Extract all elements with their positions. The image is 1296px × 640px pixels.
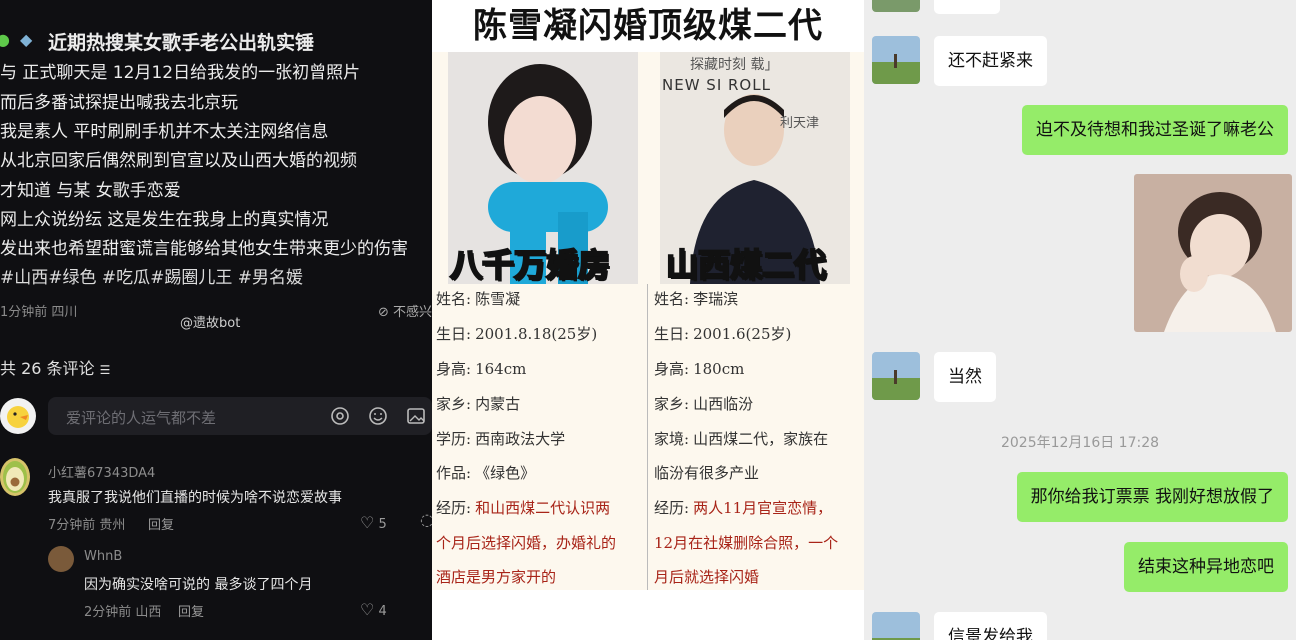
contact-avatar[interactable] [872, 352, 920, 400]
commenter-avatar[interactable] [0, 458, 30, 496]
comment-meta: 7分钟前 贵州 [48, 518, 126, 533]
sort-icon: ☰ [99, 363, 111, 377]
info-poster: 陈雪凝闪婚顶级煤二代 八千万婚房 探藏时刻 载」 NEW SI ROLL 利天津… [432, 0, 864, 640]
poster-title: 陈雪凝闪婚顶级煤二代 [432, 0, 864, 52]
message-bubble-in[interactable]: 当然 [934, 352, 996, 402]
male-birthday-row: 生日: 2001.6(25岁) [654, 325, 792, 343]
reply-button[interactable]: 回复 [178, 601, 204, 620]
female-caption: 八千万婚房 [449, 245, 611, 285]
contact-avatar[interactable] [872, 0, 920, 12]
replier-avatar[interactable] [48, 546, 74, 572]
male-name-row: 姓名: 李瑞滨 [654, 290, 739, 308]
post-tags[interactable]: #山西#绿色 #吃瓜#踢圈儿王 #男名媛 [0, 263, 303, 288]
reply-button[interactable]: 回复 [148, 514, 174, 533]
message-bubble-out[interactable]: 结束这种异地恋吧 [1124, 542, 1288, 592]
social-post-panel: ● ◆ 近期热搜某女歌手老公出轨实锤 与 正式聊天是 12月12日给我发的一张初… [0, 0, 432, 640]
at-icon[interactable] [330, 406, 350, 426]
not-interested-button[interactable]: ⊘ 不感兴 [378, 301, 432, 320]
user-avatar[interactable] [0, 398, 36, 434]
post-line: 从北京回家后偶然刷到官宣以及山西大婚的视频 [0, 151, 357, 171]
message-bubble-in[interactable]: 信景发给我 [934, 612, 1047, 640]
female-name-row: 姓名: 陈雪凝 [436, 290, 521, 308]
female-height-row: 身高: 164cm [436, 360, 527, 378]
male-bg-text: 探藏时刻 载」 [690, 57, 779, 73]
partial-bubble [934, 0, 1000, 14]
post-line: 发出来也希望甜蜜谎言能够给其他女生带来更少的伤害 [0, 239, 408, 259]
replier-name[interactable]: WhnB [84, 549, 122, 564]
post-line: 才知道 与某 女歌手恋爱 [0, 181, 181, 201]
post-line: 网上众说纷纭 这是发生在我身上的真实情况 [0, 210, 329, 230]
female-experience-cont: 酒店是男方家开的 [436, 568, 557, 586]
male-caption: 山西煤二代 [665, 245, 827, 285]
emoji-icon[interactable] [368, 406, 388, 426]
contact-avatar[interactable] [872, 612, 920, 640]
male-experience-row: 经历: 两人11月官宣恋情， [654, 499, 833, 517]
female-education-row: 学历: 西南政法大学 [436, 430, 566, 448]
female-experience-cont: 个月后选择闪婚，办婚礼的 [436, 534, 617, 552]
comment-input[interactable]: 爱评论的人运气都不差 [48, 397, 432, 435]
male-bg-text: NEW SI ROLL [662, 76, 771, 94]
post-line: 而后多番试探提出喊我去北京玩 [0, 93, 238, 113]
male-hometown-row: 家乡: 山西临汾 [654, 395, 754, 413]
reply-text: 因为确实没啥可说的 最多谈了四个月 [84, 577, 313, 593]
heart-icon: ♡ [360, 513, 375, 532]
like-button[interactable]: ♡ 4 [360, 600, 387, 619]
female-birthday-row: 生日: 2001.8.18(25岁) [436, 325, 598, 343]
post-meta: 1分钟前 四川 [0, 305, 78, 320]
heart-icon: ♡ [360, 600, 375, 619]
chat-panel: 还不赶紧来 迫不及待想和我过圣诞了嘛老公 当然 2025年12月16日 17:2… [864, 0, 1296, 640]
frog-emoji-icon: ● [0, 30, 10, 49]
commenter-name[interactable]: 小红薯67343DA4 [48, 462, 155, 481]
female-experience-row: 经历: 和山西煤二代认识两 [436, 499, 611, 517]
post-line: 与 正式聊天是 12月12日给我发的一张初曾照片 [0, 63, 361, 83]
male-height-row: 身高: 180cm [654, 360, 745, 378]
contact-avatar[interactable] [872, 36, 920, 84]
female-works-row: 作品: 《绿色》 [436, 464, 536, 482]
male-bg-text: 利天津 [780, 116, 820, 131]
image-icon[interactable] [406, 406, 426, 426]
comment-placeholder: 爱评论的人运气都不差 [66, 409, 217, 427]
comment-count[interactable]: 共 26 条评论 ☰ [0, 355, 110, 379]
comment-text: 我真服了我说他们直播的时候为啥不说恋爱故事 [48, 490, 342, 506]
male-experience-cont: 月后就选择闪婚 [654, 568, 760, 586]
more-icon[interactable]: ◌ [420, 510, 432, 529]
message-bubble-out[interactable]: 迫不及待想和我过圣诞了嘛老公 [1022, 105, 1288, 155]
message-bubble-out[interactable]: 那你给我订票票 我刚好想放假了 [1016, 472, 1288, 522]
dolphin-emoji-icon: ◆ [20, 30, 33, 49]
male-family-row: 家境: 山西煤二代，家族在 [654, 430, 829, 448]
male-experience-cont: 12月在社媒删除合照，一个 [654, 534, 839, 552]
post-title: 近期热搜某女歌手老公出轨实锤 [48, 32, 315, 54]
chat-timestamp: 2025年12月16日 17:28 [1000, 435, 1160, 451]
poster-footer [432, 590, 864, 640]
female-hometown-row: 家乡: 内蒙古 [436, 395, 521, 413]
like-button[interactable]: ♡ 5 [360, 513, 387, 532]
column-divider [647, 284, 648, 590]
male-family-cont: 临汾有很多产业 [654, 464, 760, 482]
reply-meta: 2分钟前 山西 [84, 605, 162, 620]
weibo-watermark: @遗故bot [180, 316, 241, 331]
chat-image[interactable] [1134, 174, 1292, 332]
post-line: 我是素人 平时刷刷手机并不太关注网络信息 [0, 122, 329, 142]
message-bubble-in[interactable]: 还不赶紧来 [934, 36, 1047, 86]
